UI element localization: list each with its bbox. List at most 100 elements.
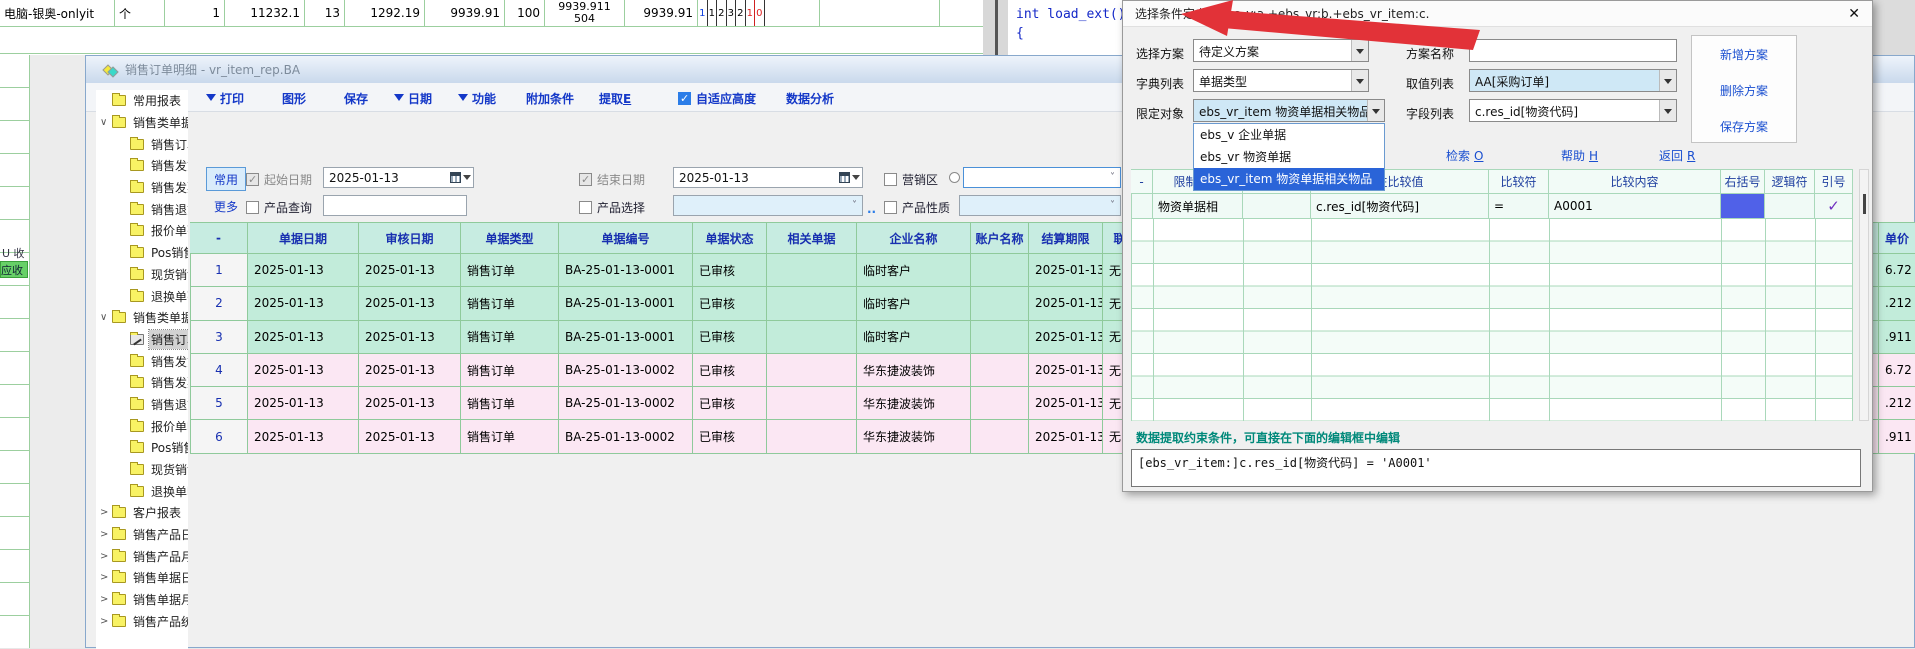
- company-cell[interactable]: 临时客户: [857, 321, 971, 354]
- tree-item[interactable]: 销售单据月报: [96, 589, 188, 611]
- doc-date-cell[interactable]: 2025-01-13: [248, 321, 359, 354]
- more-filter-link[interactable]: 更多: [214, 198, 238, 215]
- tree-item[interactable]: 销售发票明细: [96, 372, 188, 394]
- doc-status-cell[interactable]: 已审核: [693, 354, 767, 387]
- row-number-cell[interactable]: 3: [190, 321, 248, 354]
- tree-expander-icon[interactable]: [100, 551, 112, 562]
- doc-code-cell[interactable]: BA-25-01-13-0001: [559, 321, 693, 354]
- related-doc-cell[interactable]: [767, 420, 857, 453]
- audit-date-cell[interactable]: 2025-01-13: [359, 254, 461, 287]
- toolbar-auto-height-checkbox[interactable]: 自适应高度: [678, 90, 756, 107]
- doc-type-cell[interactable]: 销售订单: [461, 420, 559, 453]
- tree-item[interactable]: 销售发货列表: [96, 155, 188, 177]
- combo-arrow-icon[interactable]: [1351, 70, 1368, 91]
- tree-item[interactable]: Pos销售列表: [96, 242, 188, 264]
- tree-expander-icon[interactable]: [100, 117, 112, 128]
- save-plan-button[interactable]: 保存方案: [1692, 108, 1796, 144]
- due-date-cell[interactable]: 2025-01-13: [1029, 354, 1103, 387]
- condition-grid-row[interactable]: 物资单据相 c.res_id[物资代码] = A0001 ✓: [1131, 194, 1853, 219]
- doc-status-cell[interactable]: 已审核: [693, 387, 767, 420]
- account-cell[interactable]: [971, 354, 1029, 387]
- product-nature-input[interactable]: ˅: [959, 195, 1121, 216]
- due-date-cell[interactable]: 2025-01-13: [1029, 321, 1103, 354]
- doc-type-cell[interactable]: 销售订单: [461, 354, 559, 387]
- tree-item[interactable]: 销售订单列表: [96, 133, 188, 155]
- doc-code-cell[interactable]: BA-25-01-13-0001: [559, 287, 693, 320]
- table-header-cell[interactable]: 审核日期: [359, 222, 461, 254]
- product-nature-filter[interactable]: 产品性质: [884, 199, 950, 216]
- tree-item[interactable]: 销售产品日报: [96, 524, 188, 546]
- doc-type-cell[interactable]: 销售订单: [461, 321, 559, 354]
- doc-status-cell[interactable]: 已审核: [693, 420, 767, 453]
- common-filter-tab[interactable]: 常用: [206, 167, 246, 191]
- end-date-input[interactable]: 2025-01-13: [673, 167, 863, 188]
- unit-price-cell[interactable]: 6.72: [1879, 354, 1915, 387]
- dict-list-combo[interactable]: 单据类型: [1193, 69, 1369, 92]
- market-zone-filter[interactable]: 营销区: [884, 171, 938, 188]
- condition-grid-header-cell[interactable]: 比较符: [1489, 169, 1549, 194]
- doc-type-cell[interactable]: 销售订单: [461, 287, 559, 320]
- table-header-cell[interactable]: 单据日期: [248, 222, 359, 254]
- doc-code-cell[interactable]: BA-25-01-13-0001: [559, 254, 693, 287]
- table-header-cell[interactable]: 相关单据: [767, 222, 857, 254]
- combo-arrow-icon[interactable]: [1659, 70, 1676, 91]
- row-number-cell[interactable]: 5: [190, 387, 248, 420]
- doc-date-cell[interactable]: 2025-01-13: [248, 420, 359, 453]
- table-header-cell[interactable]: 单据类型: [461, 222, 559, 254]
- field-list-combo[interactable]: c.res_id[物资代码]: [1469, 99, 1677, 122]
- audit-date-cell[interactable]: 2025-01-13: [359, 287, 461, 320]
- tree-expander-icon[interactable]: [100, 616, 112, 627]
- tree-expander-icon[interactable]: [100, 529, 112, 540]
- dialog-titlebar[interactable]: 选择条件定义 - ebs_v:a.+ebs_vr:b.+ebs_vr_item:…: [1123, 1, 1872, 27]
- related-doc-cell[interactable]: [767, 254, 857, 287]
- combo-arrow-icon[interactable]: [1659, 100, 1676, 121]
- unit-price-cell[interactable]: .212: [1879, 287, 1915, 320]
- product-query-input[interactable]: [323, 195, 467, 216]
- account-cell[interactable]: [971, 420, 1029, 453]
- row-number-cell[interactable]: 1: [190, 254, 248, 287]
- audit-date-cell[interactable]: 2025-01-13: [359, 354, 461, 387]
- account-cell[interactable]: [971, 321, 1029, 354]
- company-cell[interactable]: 华东捷波装饰: [857, 354, 971, 387]
- operator-cell[interactable]: =: [1489, 194, 1549, 219]
- related-doc-cell[interactable]: [767, 354, 857, 387]
- toolbar-function-button[interactable]: 功能: [458, 90, 496, 107]
- tree-expander-icon[interactable]: [100, 572, 112, 583]
- related-doc-cell[interactable]: [767, 387, 857, 420]
- unit-price-cell[interactable]: .911: [1879, 420, 1915, 453]
- unit-price-cell[interactable]: .911: [1879, 321, 1915, 354]
- compare-content-cell[interactable]: A0001: [1549, 194, 1721, 219]
- calendar-picker-icon[interactable]: [447, 168, 473, 187]
- right-paren-cell-selected[interactable]: [1721, 194, 1765, 219]
- tree-item[interactable]: 现货销售列表: [96, 264, 188, 286]
- end-date-filter[interactable]: 结束日期: [579, 171, 645, 188]
- condition-grid-header-cell[interactable]: 逻辑符: [1765, 169, 1815, 194]
- row-number-cell[interactable]: 6: [190, 420, 248, 453]
- radio-icon[interactable]: [949, 172, 960, 183]
- tree-item[interactable]: 销售订单明细: [96, 329, 188, 351]
- search-link[interactable]: 检索O: [1446, 147, 1483, 164]
- grid-scrollbar[interactable]: [1859, 169, 1869, 421]
- close-icon[interactable]: ✕: [1848, 6, 1860, 22]
- condition-grid-header-cell[interactable]: 引号: [1815, 169, 1853, 194]
- doc-date-cell[interactable]: 2025-01-13: [248, 287, 359, 320]
- tree-item[interactable]: 销售退货明细: [96, 394, 188, 416]
- doc-status-cell[interactable]: 已审核: [693, 321, 767, 354]
- limit-object-combo[interactable]: ebs_vr_item 物资单据相关物品: [1193, 99, 1385, 122]
- toolbar-date-button[interactable]: 日期: [394, 90, 432, 107]
- tree-item[interactable]: 报价单列表: [96, 220, 188, 242]
- table-header-cell[interactable]: 单据状态: [693, 222, 767, 254]
- toolbar-graph-button[interactable]: 图形: [282, 90, 306, 107]
- toolbar-extra-condition-button[interactable]: 附加条件: [526, 90, 574, 107]
- doc-type-cell[interactable]: 销售订单: [461, 254, 559, 287]
- tree-item[interactable]: 常用报表: [96, 90, 188, 112]
- tree-item[interactable]: 销售类单据明细: [96, 307, 188, 329]
- grid-scrollbar-thumb[interactable]: [1863, 194, 1866, 214]
- tree-item[interactable]: 退换单列表: [96, 285, 188, 307]
- company-cell[interactable]: 华东捷波装饰: [857, 387, 971, 420]
- company-cell[interactable]: 华东捷波装饰: [857, 420, 971, 453]
- account-cell[interactable]: [971, 287, 1029, 320]
- delete-plan-button[interactable]: 删除方案: [1692, 72, 1796, 108]
- value-list-combo[interactable]: AA[采购订单]: [1469, 69, 1677, 92]
- tree-expander-icon[interactable]: [100, 312, 112, 323]
